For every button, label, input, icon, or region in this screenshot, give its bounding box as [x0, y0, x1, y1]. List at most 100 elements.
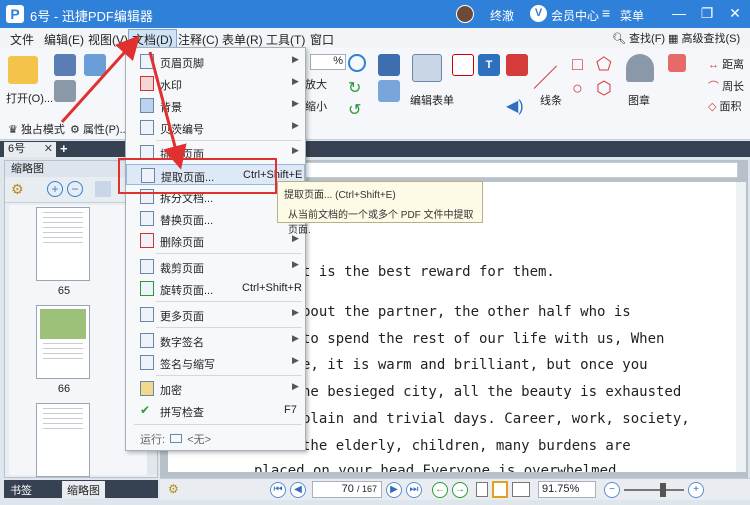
sound-icon[interactable]: ◀) — [506, 96, 524, 116]
single-page-icon[interactable] — [476, 482, 488, 497]
gear-icon[interactable]: ≡ — [602, 5, 610, 21]
zoom-plus-icon[interactable] — [348, 54, 366, 75]
zoom-select[interactable]: % — [310, 54, 346, 70]
submenu-arrow-icon: ▶ — [292, 145, 299, 155]
note-icon[interactable] — [506, 54, 528, 79]
line-tool-icon[interactable] — [533, 65, 557, 89]
print-icon[interactable] — [54, 80, 76, 105]
submenu-arrow-icon: ▶ — [292, 76, 299, 86]
text-box-icon[interactable]: T — [478, 54, 500, 76]
circle-icon[interactable]: ○ — [572, 78, 583, 99]
menu-item-spell-check[interactable]: ✔ 拼写检查 F7 — [126, 400, 305, 421]
rotate-page-icon[interactable] — [95, 181, 111, 197]
facing-page-icon[interactable] — [512, 482, 530, 497]
menu-item-more-pages[interactable]: 更多页面 ▶ — [126, 304, 305, 325]
zoom-slider-knob[interactable] — [660, 483, 666, 497]
run-command-row[interactable]: 运行: <无> — [140, 431, 211, 447]
menu-item-crop-pages[interactable]: 裁剪页面 ▶ — [126, 256, 305, 277]
thumbnail-page-66[interactable] — [36, 305, 90, 379]
menu-item-rotate-pages[interactable]: 旋转页面... Ctrl+Shift+R — [126, 278, 305, 299]
menu-form[interactable]: 表单(R) — [222, 31, 263, 48]
thumbnail-page-67[interactable] — [36, 403, 90, 477]
bookmarks-tab[interactable]: 书签 — [10, 482, 32, 498]
save-icon[interactable] — [54, 54, 76, 79]
eraser-icon[interactable] — [668, 54, 686, 75]
tab-close-icon[interactable]: ✕ — [44, 142, 53, 157]
member-center-link[interactable]: 会员中心 — [551, 7, 599, 24]
menu-item-watermark[interactable]: 水印 ▶ — [126, 73, 305, 94]
zoom-in-button[interactable]: 放大 — [305, 76, 327, 92]
status-settings-icon[interactable]: ⚙ — [168, 482, 179, 496]
menu-button[interactable]: 菜单 — [620, 7, 644, 24]
open-label[interactable]: 打开(O)... — [6, 90, 53, 106]
status-zoom-out-button[interactable]: − — [604, 482, 620, 498]
advanced-find-button[interactable]: ▦ 高级查找(S) — [668, 30, 740, 46]
menu-item-header-footer[interactable]: 页眉页脚 ▶ — [126, 51, 305, 72]
new-tab-button[interactable]: + — [60, 141, 68, 156]
mail-icon[interactable] — [84, 54, 106, 79]
properties-button[interactable]: ⚙ 属性(P)... — [70, 121, 129, 137]
next-page-button[interactable]: ▶ — [386, 482, 402, 498]
image-tool-icon[interactable] — [378, 80, 400, 105]
open-button[interactable] — [8, 56, 38, 87]
rotate-ccw-icon[interactable]: ↺ — [348, 100, 361, 120]
menu-item-delete-pages[interactable]: 删除页面 ▶ — [126, 230, 305, 251]
zoom-level-select[interactable]: 91.75% — [538, 481, 596, 498]
zoom-slider[interactable] — [624, 483, 684, 497]
minimize-button[interactable]: — — [670, 5, 688, 21]
menu-window[interactable]: 窗口 — [310, 31, 334, 48]
submenu-arrow-icon: ▶ — [292, 259, 299, 269]
distance-button[interactable]: ↔ 距离 — [708, 56, 744, 72]
find-icon: 🔍︎ — [612, 33, 626, 45]
user-name[interactable]: 终澈 — [490, 7, 514, 24]
menu-item-background[interactable]: 背景 ▶ — [126, 95, 305, 116]
stamp-icon[interactable] — [626, 54, 654, 85]
rectangle-icon[interactable]: □ — [572, 54, 583, 75]
document-tab[interactable]: 6号 ✕ — [4, 142, 56, 157]
stamp-button[interactable]: 图章 — [628, 92, 650, 108]
crown-icon: ♛ — [8, 124, 18, 136]
maximize-button[interactable]: ❐ — [698, 5, 716, 22]
settings-icon[interactable]: ⚙ — [11, 181, 24, 198]
continuous-page-icon[interactable] — [492, 481, 508, 498]
perimeter-button[interactable]: ⌒ 周长 — [708, 78, 744, 94]
text-tool-icon[interactable] — [378, 54, 400, 79]
menu-item-bates-numbering[interactable]: 贝茨编号 ▶ — [126, 117, 305, 138]
edit-form-icon[interactable] — [412, 54, 442, 85]
close-button[interactable]: ✕ — [726, 5, 744, 22]
thumb-zoom-in-icon[interactable]: + — [47, 181, 63, 197]
exclusive-mode-button[interactable]: ♛ 独占模式 — [8, 121, 65, 137]
submenu-arrow-icon: ▶ — [292, 381, 299, 391]
back-button[interactable]: ← — [432, 482, 448, 498]
menu-tools[interactable]: 工具(T) — [266, 31, 305, 48]
area-button[interactable]: ◇ 面积 — [708, 98, 742, 114]
form-field-icon[interactable] — [452, 54, 474, 79]
line-button[interactable]: 线条 — [540, 92, 562, 108]
thumbnails-tab[interactable]: 缩略图 — [62, 481, 105, 499]
last-page-button[interactable]: ⏭ — [406, 482, 422, 498]
zoom-out-button[interactable]: 缩小 — [305, 98, 327, 114]
polygon-icon[interactable]: ⬡ — [596, 78, 612, 99]
doc-line: plain and trivial days. Career, work, so… — [302, 411, 690, 427]
forward-button[interactable]: → — [452, 482, 468, 498]
menu-file[interactable]: 文件 — [10, 31, 34, 48]
page-number-input[interactable]: 70 / 167 — [312, 481, 382, 498]
menu-item-sign-initials[interactable]: 签名与缩写 ▶ — [126, 352, 305, 373]
menu-edit[interactable]: 编辑(E) — [44, 31, 84, 48]
document-scrollbar[interactable] — [736, 182, 746, 472]
edit-form-button[interactable]: 编辑表单 — [410, 92, 454, 108]
menu-view[interactable]: 视图(V) — [88, 31, 128, 48]
avatar[interactable] — [456, 5, 474, 23]
thumb-zoom-out-icon[interactable]: − — [67, 181, 83, 197]
status-zoom-in-button[interactable]: + — [688, 482, 704, 498]
thumbnail-page-65[interactable] — [36, 207, 90, 281]
rotate-cw-icon[interactable]: ↻ — [348, 78, 361, 98]
menu-comment[interactable]: 注释(C) — [178, 31, 219, 48]
doc-line: the elderly, children, many burdens are — [302, 438, 631, 454]
menu-item-digital-signature[interactable]: 数字签名 ▶ — [126, 330, 305, 351]
prev-page-button[interactable]: ◀ — [290, 482, 306, 498]
first-page-button[interactable]: ⏮ — [270, 482, 286, 498]
menu-item-encrypt[interactable]: 加密 ▶ — [126, 378, 305, 399]
find-button[interactable]: 🔍︎ 查找(F) — [612, 30, 665, 46]
pentagon-icon[interactable]: ⬠ — [596, 54, 612, 75]
